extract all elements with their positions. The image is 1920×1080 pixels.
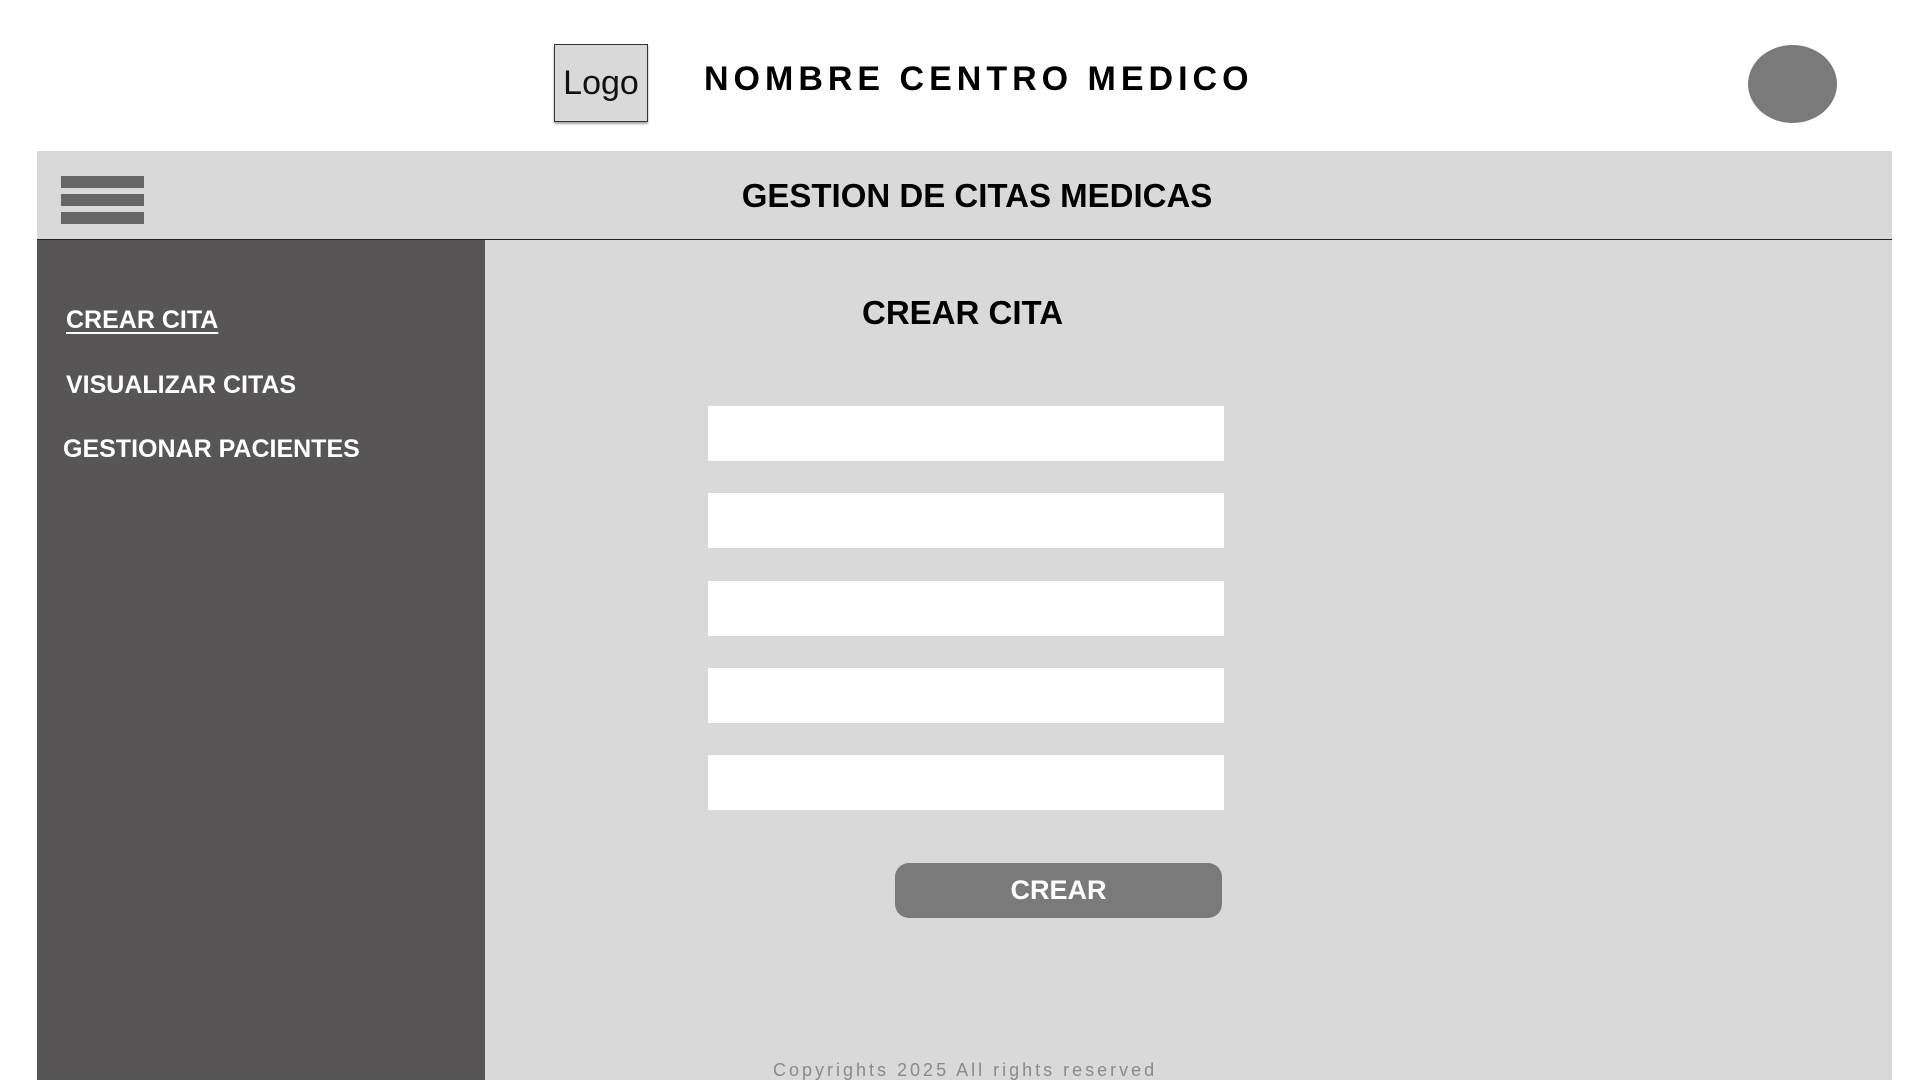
form-field-2[interactable] [708, 493, 1224, 548]
logo[interactable]: Logo [554, 44, 648, 122]
page: Logo NOMBRE CENTRO MEDICO GESTION DE CIT… [0, 0, 1920, 1080]
footer-copyright: Copyrights 2025 All rights reserved [773, 1060, 1158, 1080]
create-button[interactable]: CREAR [895, 863, 1222, 918]
form-field-1[interactable] [708, 406, 1224, 461]
app-title: GESTION DE CITAS MEDICAS [741, 177, 1213, 214]
form-field-4[interactable] [708, 668, 1224, 723]
sidebar-item-visualizar-citas[interactable]: VISUALIZAR CITAS [66, 371, 296, 400]
user-avatar-icon[interactable] [1748, 45, 1837, 123]
form-title: CREAR CITA [862, 294, 1064, 331]
main-panel: CREAR CITA CREAR Copyrights 2025 All rig… [485, 240, 1892, 1080]
form-field-3[interactable] [708, 581, 1224, 636]
title-bar: GESTION DE CITAS MEDICAS [37, 151, 1892, 240]
form-field-5[interactable] [708, 755, 1224, 810]
sidebar: CREAR CITA VISUALIZAR CITAS GESTIONAR PA… [37, 240, 485, 1080]
sidebar-item-crear-cita[interactable]: CREAR CITA [66, 306, 218, 335]
sidebar-item-gestionar-pacientes[interactable]: GESTIONAR PACIENTES [63, 435, 360, 464]
medical-center-name: NOMBRE CENTRO MEDICO [704, 60, 1254, 98]
logo-text: Logo [563, 63, 639, 102]
